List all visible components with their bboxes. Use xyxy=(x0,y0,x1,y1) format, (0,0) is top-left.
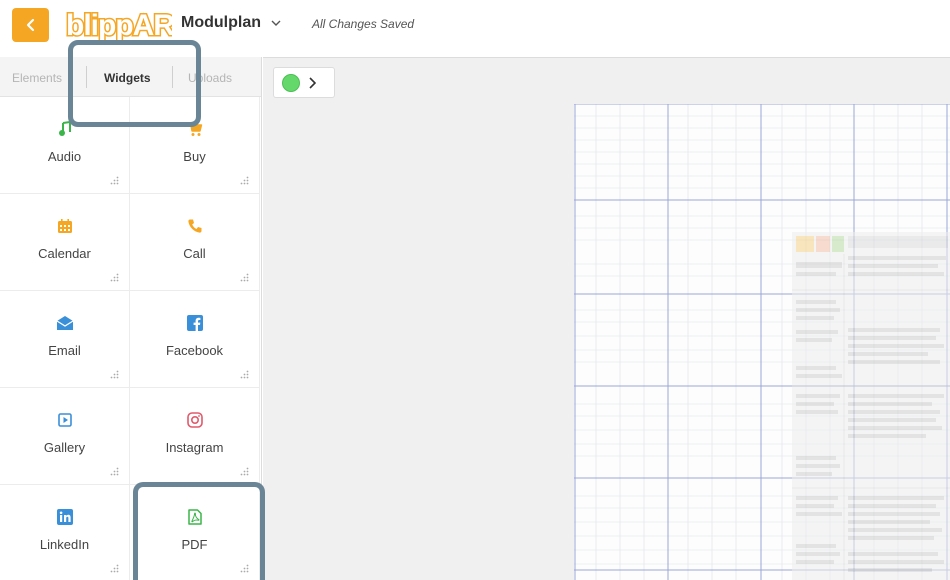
drag-grip-icon xyxy=(240,176,249,185)
widget-label: PDF xyxy=(181,537,208,552)
widget-call[interactable]: Call xyxy=(130,194,260,291)
drag-grip-icon xyxy=(240,370,249,379)
widget-label: Buy xyxy=(183,149,206,164)
back-button[interactable] xyxy=(12,8,49,42)
document-page[interactable] xyxy=(574,104,950,580)
tab-elements[interactable]: Elements xyxy=(12,71,62,85)
tab-divider xyxy=(86,66,87,88)
app-root: blippAR Modulplan All Changes Saved Elem… xyxy=(0,0,950,580)
tab-divider xyxy=(172,66,173,88)
widget-label: Email xyxy=(48,343,81,358)
instagram-icon xyxy=(185,410,205,430)
project-title: Modulplan xyxy=(181,14,261,31)
drag-grip-icon xyxy=(240,467,249,476)
drag-grip-icon xyxy=(240,564,249,573)
tab-widgets[interactable]: Widgets xyxy=(104,71,151,85)
widget-label: Gallery xyxy=(43,440,86,455)
widget-buy[interactable]: Buy xyxy=(130,97,260,194)
sidebar: Elements Widgets Uploads Audio Buy Calen… xyxy=(0,57,262,580)
save-status: All Changes Saved xyxy=(312,17,415,31)
blippar-logo: blippAR xyxy=(65,8,173,44)
top-bar: blippAR Modulplan All Changes Saved xyxy=(0,0,950,52)
music-note-icon xyxy=(55,119,75,139)
project-title-dropdown[interactable]: Modulplan xyxy=(181,14,281,32)
widget-gallery[interactable]: Gallery xyxy=(0,388,130,485)
layer-toggle-button[interactable] xyxy=(273,67,335,98)
drag-grip-icon xyxy=(110,176,119,185)
embedded-document-image xyxy=(792,232,950,580)
gallery-icon xyxy=(55,410,75,430)
widget-label: Audio xyxy=(47,149,82,164)
chevron-down-icon xyxy=(271,20,281,26)
widget-label: Instagram xyxy=(165,440,224,455)
widget-facebook[interactable]: Facebook xyxy=(130,291,260,388)
widget-label: Facebook xyxy=(165,343,224,358)
page-grid xyxy=(574,104,950,580)
widget-label: LinkedIn xyxy=(39,537,90,552)
drag-grip-icon xyxy=(110,370,119,379)
phone-icon xyxy=(185,216,205,236)
facebook-icon xyxy=(185,313,205,333)
widget-label: Call xyxy=(183,246,206,261)
widget-instagram[interactable]: Instagram xyxy=(130,388,260,485)
drag-grip-icon xyxy=(110,467,119,476)
linkedin-icon xyxy=(55,507,75,527)
status-dot-icon xyxy=(282,73,300,92)
drag-grip-icon xyxy=(240,273,249,282)
drag-grip-icon xyxy=(110,273,119,282)
widget-pdf[interactable]: PDF xyxy=(130,485,260,580)
editor-canvas[interactable] xyxy=(263,57,950,580)
tab-uploads[interactable]: Uploads xyxy=(188,71,232,85)
svg-text:blippAR: blippAR xyxy=(66,9,172,42)
calendar-icon xyxy=(55,216,75,236)
cart-icon xyxy=(185,119,205,139)
widget-linkedin[interactable]: LinkedIn xyxy=(0,485,130,580)
widget-email[interactable]: Email xyxy=(0,291,130,388)
sidebar-tabs: Elements Widgets Uploads xyxy=(0,57,261,97)
widget-calendar[interactable]: Calendar xyxy=(0,194,130,291)
brand-logo[interactable]: blippAR xyxy=(64,7,173,44)
chevron-left-icon xyxy=(26,18,34,32)
envelope-icon xyxy=(55,313,75,333)
chevron-right-icon xyxy=(309,76,316,89)
drag-grip-icon xyxy=(110,564,119,573)
widget-label: Calendar xyxy=(38,246,91,261)
pdf-icon xyxy=(185,507,205,527)
widget-audio[interactable]: Audio xyxy=(0,97,130,194)
